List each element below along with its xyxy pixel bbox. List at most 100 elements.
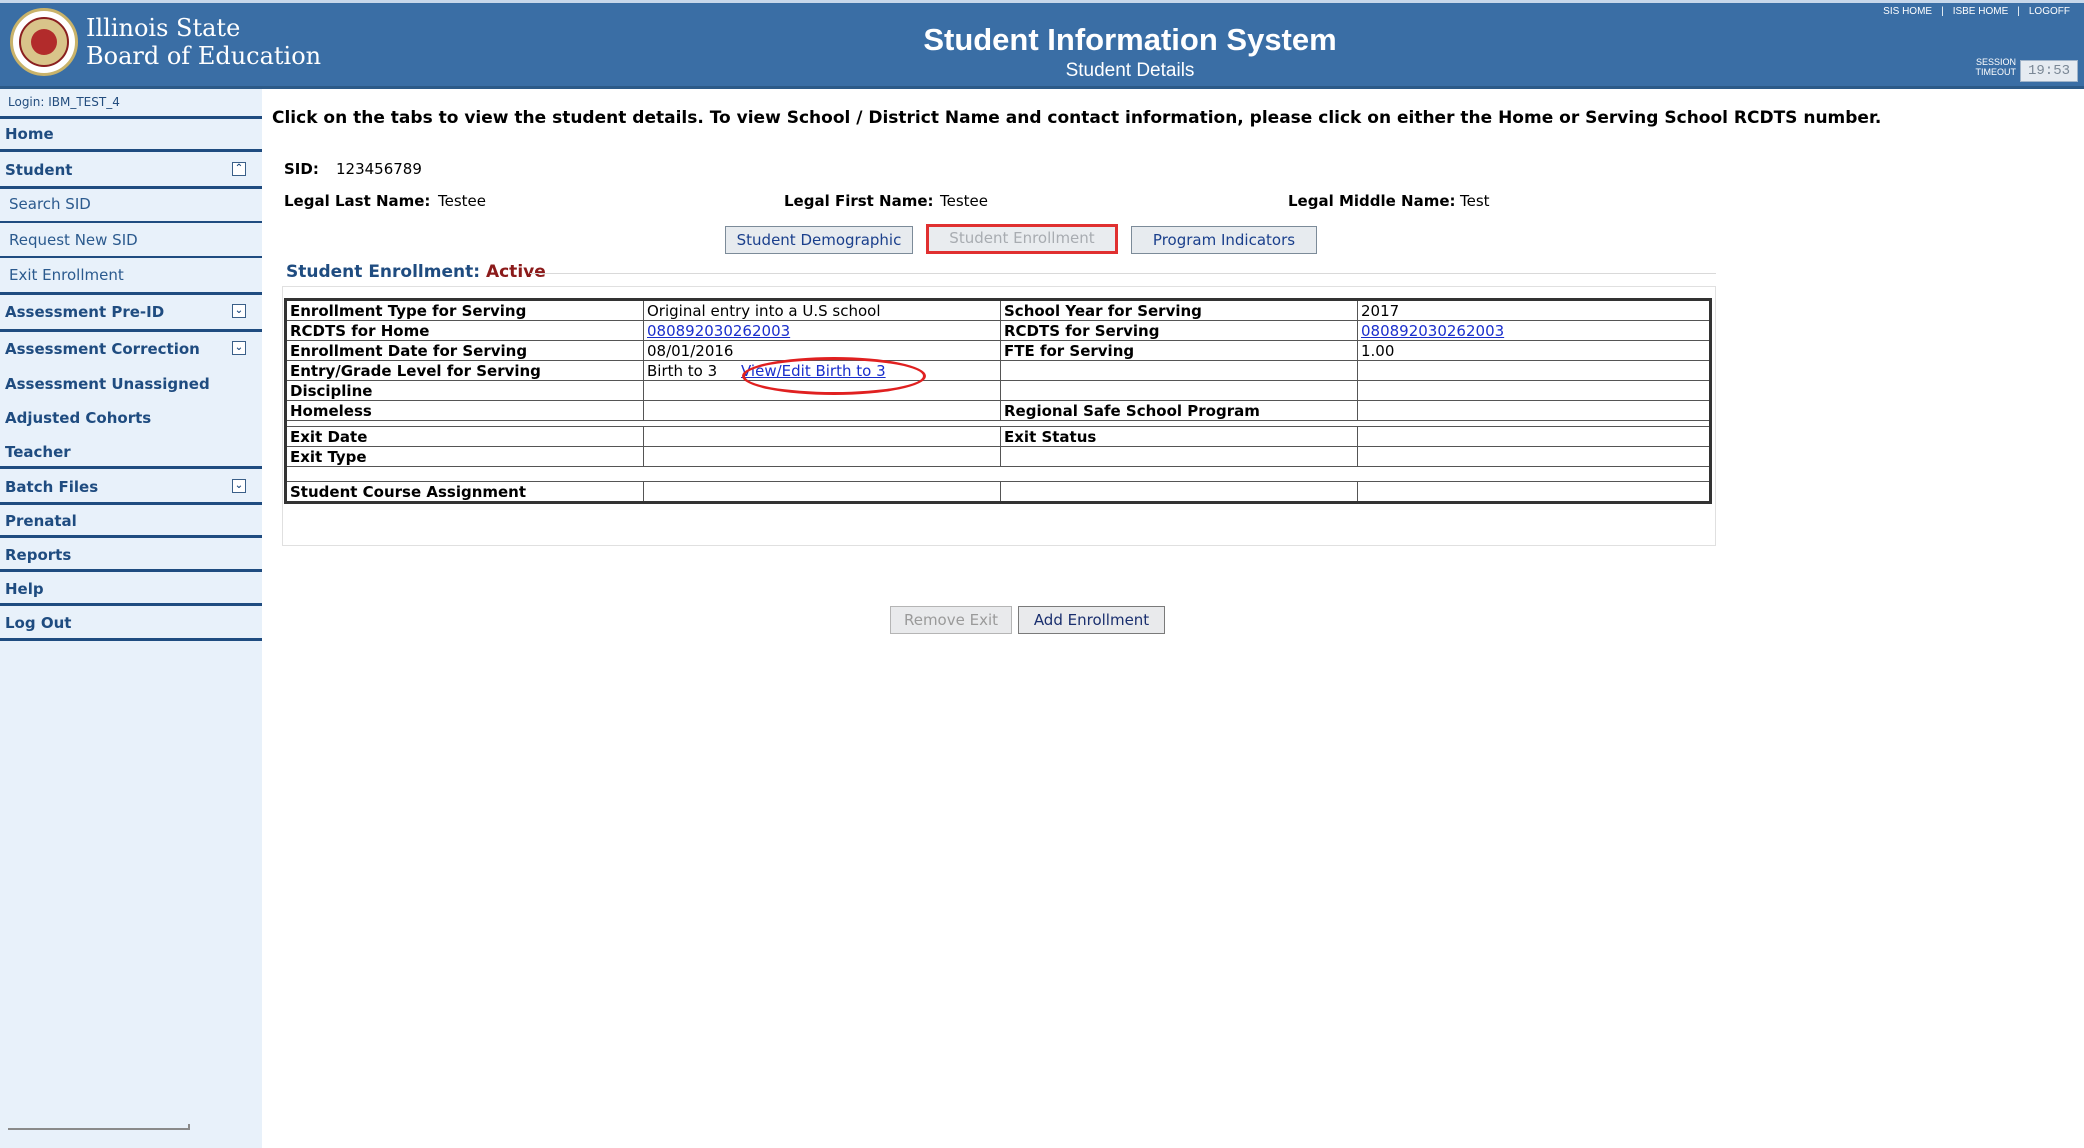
sidebar-item-student[interactable]: Student ⌃ <box>0 161 262 179</box>
sidebar-item-home[interactable]: Home <box>0 125 262 143</box>
sidebar-item-assessment-correction[interactable]: Assessment Correction ⌄ <box>0 340 262 358</box>
add-enrollment-button[interactable]: Add Enrollment <box>1018 606 1165 634</box>
sidebar-item-label: Student <box>5 161 73 179</box>
table-cell: Exit Status <box>1000 426 1358 447</box>
sidebar-resize-handle[interactable] <box>8 1124 190 1130</box>
table-cell: 1.00 <box>1357 340 1711 361</box>
table-cell <box>1357 446 1711 467</box>
sidebar-item-help[interactable]: Help <box>0 580 262 598</box>
table-cell: Enrollment Type for Serving <box>285 299 644 321</box>
table-cell <box>643 446 1001 467</box>
table-row: Homeless Regional Safe School Program <box>285 400 1711 421</box>
isbe-home-link[interactable]: ISBE HOME <box>1953 6 2009 17</box>
sidebar-divider <box>0 329 262 332</box>
tab-student-enrollment[interactable]: Student Enrollment <box>926 224 1118 254</box>
sidebar-item-log-out[interactable]: Log Out <box>0 614 262 632</box>
sidebar-item-prenatal[interactable]: Prenatal <box>0 512 262 530</box>
table-cell: 2017 <box>1357 299 1711 321</box>
sidebar-divider <box>0 116 262 119</box>
highlight-ellipse <box>742 357 926 395</box>
sis-home-link[interactable]: SIS HOME <box>1883 6 1932 17</box>
table-cell: Discipline <box>285 380 644 401</box>
sidebar-item-exit-enrollment[interactable]: Exit Enrollment <box>0 266 262 284</box>
sidebar-item-label: Home <box>5 125 54 143</box>
table-cell <box>1357 400 1711 421</box>
table-cell: Student Course Assignment <box>285 481 644 503</box>
sidebar-item-batch-files[interactable]: Batch Files ⌄ <box>0 478 262 496</box>
org-name-line1: Illinois State <box>86 14 241 42</box>
table-row: Entry/Grade Level for Serving Birth to 3… <box>285 360 1711 381</box>
table-cell <box>1000 481 1358 503</box>
table-cell <box>643 400 1001 421</box>
logoff-link[interactable]: LOGOFF <box>2029 6 2070 17</box>
rcdts-home-link[interactable]: 080892030262003 <box>647 322 790 340</box>
tab-program-indicators[interactable]: Program Indicators <box>1131 226 1317 254</box>
sidebar-item-label: Teacher <box>5 443 71 461</box>
table-cell <box>1000 360 1358 381</box>
enrollment-table: Enrollment Type for Serving Original ent… <box>284 298 1712 504</box>
table-cell: Exit Date <box>285 426 644 447</box>
table-cell <box>1357 426 1711 447</box>
tab-student-demographic[interactable]: Student Demographic <box>725 226 913 254</box>
table-cell <box>1357 380 1711 401</box>
instruction-text: Click on the tabs to view the student de… <box>272 108 1882 128</box>
table-row: Enrollment Date for Serving 08/01/2016 F… <box>285 340 1711 361</box>
expand-icon[interactable]: ⌄ <box>232 479 246 493</box>
sidebar-divider <box>0 256 262 258</box>
page-subtitle: Student Details <box>1065 60 1195 81</box>
sidebar-item-assessment-unassigned[interactable]: Assessment Unassigned <box>0 375 262 393</box>
table-cell <box>643 426 1001 447</box>
sidebar-item-assessment-pre-id[interactable]: Assessment Pre-ID ⌄ <box>0 303 262 321</box>
table-row: Enrollment Type for Serving Original ent… <box>285 299 1711 321</box>
first-name-label: Legal First Name: <box>784 192 934 210</box>
table-cell: RCDTS for Home <box>285 320 644 341</box>
sidebar-item-label: Assessment Unassigned <box>5 375 210 393</box>
header-top-strip <box>0 0 2084 3</box>
org-name: Illinois State Board of Education <box>86 14 321 70</box>
collapse-icon[interactable]: ⌃ <box>232 162 246 176</box>
seal-core <box>31 29 57 55</box>
section-divider <box>530 273 1716 274</box>
sidebar-divider <box>0 535 262 538</box>
login-info: Login: IBM_TEST_4 <box>8 95 120 109</box>
expand-icon[interactable]: ⌄ <box>232 341 246 355</box>
session-label: SESSION <box>1975 57 2016 67</box>
timeout-label: TIMEOUT <box>1975 67 2017 77</box>
sidebar-item-label: Reports <box>5 546 72 564</box>
sid-value: 123456789 <box>336 160 422 178</box>
sidebar-divider <box>0 569 262 572</box>
sidebar-item-search-sid[interactable]: Search SID <box>0 195 262 213</box>
rcdts-serving-link[interactable]: 080892030262003 <box>1361 322 1504 340</box>
section-title: Student Enrollment: Active <box>286 262 546 282</box>
table-cell: Enrollment Date for Serving <box>285 340 644 361</box>
grade-value: Birth to 3 <box>647 361 718 380</box>
sidebar-divider <box>0 149 262 152</box>
sidebar-item-reports[interactable]: Reports <box>0 546 262 564</box>
seal-ring <box>19 17 69 67</box>
sidebar-item-request-new-sid[interactable]: Request New SID <box>0 231 262 249</box>
sidebar-item-label: Request New SID <box>9 231 138 249</box>
table-row: Student Course Assignment <box>285 481 1711 503</box>
table-row: RCDTS for Home 080892030262003 RCDTS for… <box>285 320 1711 341</box>
sidebar-item-label: Assessment Correction <box>5 340 200 358</box>
app-title: Student Information System <box>923 22 1337 57</box>
table-cell <box>1000 380 1358 401</box>
middle-name-label: Legal Middle Name: <box>1288 192 1456 210</box>
first-name-value: Testee <box>940 192 988 210</box>
session-timer: 19:53 <box>2020 60 2078 82</box>
sidebar-divider <box>0 466 262 469</box>
sidebar-divider <box>0 638 262 641</box>
middle-name-value: Test <box>1460 192 1490 210</box>
sidebar-item-teacher[interactable]: Teacher <box>0 443 262 461</box>
remove-exit-button[interactable]: Remove Exit <box>890 606 1012 634</box>
sidebar-divider <box>0 186 262 189</box>
table-cell <box>285 466 1711 482</box>
enrollment-status: Active <box>485 262 546 282</box>
table-cell: Entry/Grade Level for Serving <box>285 360 644 381</box>
sidebar-item-adjusted-cohorts[interactable]: Adjusted Cohorts <box>0 409 262 427</box>
session-timeout-label: SESSION TIMEOUT <box>1966 57 2017 77</box>
header-bar: Illinois State Board of Education Studen… <box>0 0 2084 89</box>
sid-label: SID: <box>284 160 319 178</box>
table-cell: 080892030262003 <box>643 320 1001 341</box>
expand-icon[interactable]: ⌄ <box>232 304 246 318</box>
